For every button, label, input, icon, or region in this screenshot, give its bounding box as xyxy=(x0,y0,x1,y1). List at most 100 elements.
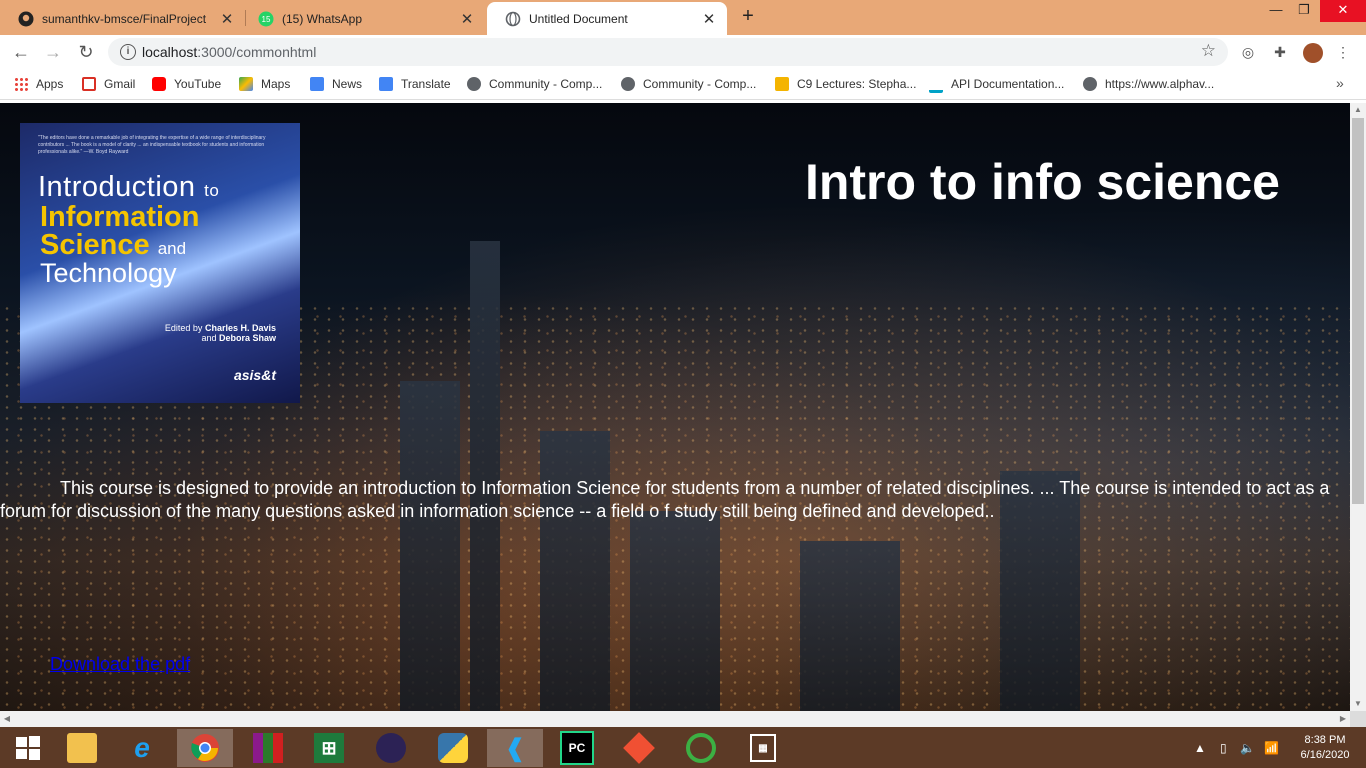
page-title: Intro to info science xyxy=(804,154,1280,210)
eclipse-icon[interactable] xyxy=(363,729,419,767)
editor-name: Debora Shaw xyxy=(218,333,276,343)
vscode-icon[interactable]: ❰ xyxy=(487,729,543,767)
book-quote: "The editors have done a remarkable job … xyxy=(38,135,266,155)
menu-kebab-icon[interactable]: ⋮ xyxy=(1334,43,1352,61)
tab-title: sumanthkv-bmsce/FinalProject xyxy=(42,11,207,26)
git-icon[interactable] xyxy=(611,729,667,767)
whatsapp-icon: 15 xyxy=(258,11,274,27)
scroll-down-icon[interactable]: ▼ xyxy=(1350,697,1366,711)
bookmark-label: API Documentation... xyxy=(951,77,1065,91)
pycharm-icon[interactable]: PC xyxy=(549,729,605,767)
github-icon xyxy=(18,11,34,27)
bookmark-translate[interactable]: Translate xyxy=(379,76,451,92)
tab-title: (15) WhatsApp xyxy=(282,11,363,26)
course-description: This course is designed to provide an in… xyxy=(0,478,1330,521)
close-icon[interactable]: ✕ xyxy=(217,10,237,28)
volume-icon[interactable]: 🔈 xyxy=(1240,727,1255,768)
horizontal-scrollbar[interactable]: ◀ ▶ xyxy=(0,711,1350,727)
bookmark-label: Community - Comp... xyxy=(643,77,757,91)
book-title-part: and xyxy=(157,239,187,258)
new-tab-button[interactable]: + xyxy=(736,5,760,29)
forward-arrow-icon[interactable]: → xyxy=(41,40,65,64)
tab-github[interactable]: sumanthkv-bmsce/FinalProject ✕ xyxy=(0,2,245,35)
bookmark-label: Community - Comp... xyxy=(489,77,603,91)
maps-icon xyxy=(239,77,253,91)
scroll-left-icon[interactable]: ◀ xyxy=(0,711,14,727)
scroll-up-icon[interactable]: ▲ xyxy=(1350,103,1366,117)
winrar-icon[interactable] xyxy=(240,729,296,767)
minimize-icon[interactable]: — xyxy=(1262,0,1290,22)
scrollbar-thumb[interactable] xyxy=(1352,118,1364,504)
skyline-building xyxy=(540,431,610,711)
windows-start-icon[interactable] xyxy=(0,729,56,767)
profile-avatar[interactable] xyxy=(1303,43,1323,63)
globe-icon xyxy=(621,77,635,91)
bookmark-star-icon[interactable]: ☆ xyxy=(1201,41,1216,61)
clock-date: 6/16/2020 xyxy=(1300,749,1350,761)
globe-icon xyxy=(505,11,521,27)
globe-icon xyxy=(1083,77,1097,91)
tray-overflow-chevron-icon[interactable]: ▲ xyxy=(1194,727,1206,768)
extension-circle-icon[interactable]: ◎ xyxy=(1239,43,1257,61)
circular-arrows-icon[interactable] xyxy=(673,729,729,767)
bookmark-label: Apps xyxy=(36,77,64,91)
tab-title: Untitled Document xyxy=(529,11,628,26)
download-pdf-link[interactable]: Download the pdf xyxy=(50,654,190,675)
bookmark-apps[interactable]: Apps xyxy=(14,76,63,92)
url-path: :3000/commonhtml xyxy=(197,44,317,60)
battery-icon[interactable]: ▯ xyxy=(1220,727,1227,768)
tab-whatsapp[interactable]: 15 (15) WhatsApp ✕ xyxy=(240,2,485,35)
chrome-icon[interactable] xyxy=(177,729,233,767)
scroll-right-icon[interactable]: ▶ xyxy=(1336,711,1350,727)
excel-icon[interactable]: ⊞ xyxy=(301,729,357,767)
page-viewport: "The editors have done a remarkable job … xyxy=(0,103,1350,711)
api-icon xyxy=(929,76,943,93)
back-arrow-icon[interactable]: ← xyxy=(9,40,33,64)
python-icon[interactable] xyxy=(425,729,481,767)
bookmark-youtube[interactable]: YouTube xyxy=(152,76,221,92)
system-clock[interactable]: 8:38 PM 6/16/2020 xyxy=(1290,733,1360,763)
gmail-icon xyxy=(82,77,96,91)
news-icon xyxy=(310,77,324,91)
bookmark-news[interactable]: News xyxy=(310,76,362,92)
network-signal-icon[interactable]: 📶 xyxy=(1264,727,1279,768)
bookmark-maps[interactable]: Maps xyxy=(239,76,290,92)
close-window-icon[interactable]: ✕ xyxy=(1320,0,1366,22)
scrollbar-corner xyxy=(1350,711,1366,727)
restore-icon[interactable]: ❐ xyxy=(1290,0,1318,22)
apps-grid-icon xyxy=(14,77,28,91)
bookmark-c9-lectures[interactable]: C9 Lectures: Stepha... xyxy=(775,76,916,92)
book-title-line: Introduction to xyxy=(38,171,219,204)
bookmark-community-2[interactable]: Community - Comp... xyxy=(621,76,756,92)
close-icon[interactable]: ✕ xyxy=(699,10,719,28)
address-bar[interactable]: i localhost:3000/commonhtml ☆ xyxy=(108,38,1228,66)
translate-icon xyxy=(379,77,393,91)
book-cover-image: "The editors have done a remarkable job … xyxy=(20,123,300,403)
bookmark-api-documentation[interactable]: API Documentation... xyxy=(929,76,1065,93)
tab-strip: sumanthkv-bmsce/FinalProject ✕ 15 (15) W… xyxy=(0,0,1366,35)
extensions-puzzle-icon[interactable]: ✚ xyxy=(1271,43,1289,61)
book-title-part: Science xyxy=(40,229,150,261)
ie-icon[interactable]: e xyxy=(114,729,170,767)
folder-icon[interactable] xyxy=(54,729,110,767)
bookmark-label: https://www.alphav... xyxy=(1105,77,1215,91)
bookmark-community-1[interactable]: Community - Comp... xyxy=(467,76,602,92)
c9-icon xyxy=(775,77,789,91)
skyline-building xyxy=(800,541,900,711)
tab-untitled-document[interactable]: Untitled Document ✕ xyxy=(487,2,727,35)
close-icon[interactable]: ✕ xyxy=(457,10,477,28)
chevron-right-double-icon[interactable]: » xyxy=(1336,75,1344,91)
editor-name: Charles H. Davis xyxy=(204,323,276,333)
skyline-building xyxy=(400,381,460,711)
building-icon[interactable]: ▦ xyxy=(735,729,791,767)
bookmark-label: Translate xyxy=(401,77,451,91)
url-host: localhost xyxy=(142,44,198,60)
bookmark-gmail[interactable]: Gmail xyxy=(82,76,135,92)
reload-icon[interactable]: ↻ xyxy=(74,40,98,64)
windows-taskbar: e ⊞ ❰ PC ▦ ▲ ▯ 🔈 📶 8:38 PM 6/16/2020 xyxy=(0,727,1366,768)
url-text: localhost:3000/commonhtml xyxy=(142,44,316,60)
vertical-scrollbar[interactable]: ▲ ▼ xyxy=(1350,103,1366,711)
clock-time: 8:38 PM xyxy=(1304,734,1346,746)
bookmark-alphavantage[interactable]: https://www.alphav... xyxy=(1083,76,1214,92)
site-info-icon[interactable]: i xyxy=(120,44,136,60)
